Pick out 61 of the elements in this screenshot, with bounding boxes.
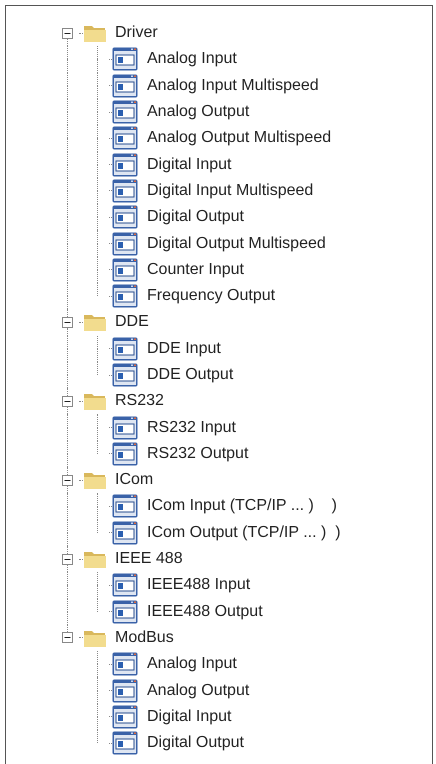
tree-item[interactable]: Analog Input (147, 652, 237, 676)
tree-item[interactable]: Digital Output (147, 205, 244, 230)
tree-item[interactable]: Analog Input (147, 47, 237, 72)
collapse-icon[interactable] (62, 632, 72, 644)
tree-item[interactable]: IEEE488 Output (147, 600, 263, 624)
window-icon (112, 442, 138, 466)
window-icon (112, 363, 138, 387)
window-icon (112, 74, 138, 98)
window-icon (112, 573, 138, 598)
tree-item[interactable]: IEEE488 Input (147, 573, 250, 598)
window-icon (112, 232, 138, 256)
window-icon (112, 152, 138, 177)
folder-icon (83, 312, 107, 332)
tree-item[interactable]: ICom Output (TCP/IP ... ) ) (147, 520, 341, 545)
tree-item[interactable]: Digital Input (147, 152, 232, 177)
tree-item[interactable]: ModBus (115, 626, 174, 650)
tree-item[interactable]: DDE Input (147, 336, 221, 361)
folder-icon (83, 470, 107, 490)
folder-icon (83, 391, 107, 412)
tree-item[interactable]: RS232 (115, 389, 164, 414)
window-icon (112, 336, 138, 361)
collapse-icon[interactable] (62, 316, 72, 328)
tree-item[interactable]: Frequency Output (147, 284, 276, 308)
tree-item[interactable]: DDE Output (147, 363, 234, 387)
window-icon (112, 205, 138, 230)
window-icon (112, 258, 138, 282)
window-icon (112, 600, 138, 624)
tree-item[interactable]: ICom Input (TCP/IP ... ) ) (147, 494, 337, 518)
window-icon (112, 652, 138, 676)
tree-item[interactable]: RS232 Output (147, 442, 248, 466)
window-icon (112, 494, 138, 518)
tree-item[interactable]: Digital Output (147, 731, 244, 756)
window-icon (112, 731, 138, 756)
tree-item[interactable]: Digital Input Multispeed (147, 178, 314, 203)
tree-item[interactable]: ICom (115, 468, 154, 492)
window-icon (112, 126, 138, 150)
tree-item[interactable]: Analog Output Multispeed (147, 126, 332, 150)
window-icon (112, 178, 138, 203)
collapse-icon[interactable] (62, 474, 72, 486)
tree-item[interactable]: Digital Output Multispeed (147, 232, 326, 256)
tree-item[interactable]: Digital Input (147, 704, 232, 729)
collapse-icon[interactable] (62, 554, 72, 565)
window-icon (112, 704, 138, 729)
tree-item[interactable]: Analog Input Multispeed (147, 74, 319, 98)
folder-icon (83, 549, 107, 570)
tree-item[interactable]: Counter Input (147, 258, 244, 282)
window-icon (112, 284, 138, 308)
tree-item[interactable]: Analog Output (147, 100, 250, 124)
tree-item[interactable]: Driver (115, 21, 158, 46)
collapse-icon[interactable] (62, 396, 72, 407)
tree-item[interactable]: Analog Output (147, 678, 250, 703)
tree-item[interactable]: IEEE 488 (115, 547, 183, 572)
window-icon (112, 678, 138, 703)
collapse-icon[interactable] (62, 28, 72, 39)
tree-item[interactable]: RS232 Input (147, 416, 236, 440)
window-icon (112, 520, 138, 545)
window-icon (112, 47, 138, 72)
window-icon (112, 100, 138, 124)
folder-icon (83, 23, 107, 44)
tree-item[interactable]: DDE (115, 310, 149, 334)
window-icon (112, 416, 138, 440)
